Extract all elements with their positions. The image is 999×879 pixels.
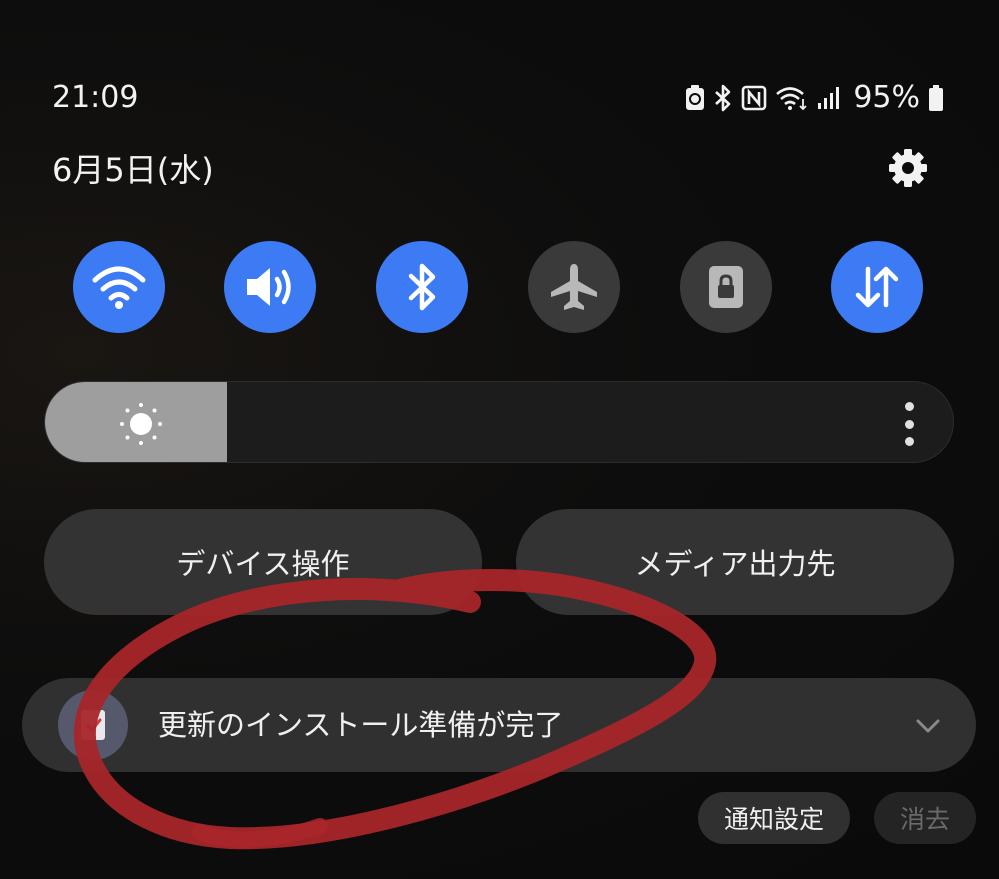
notification-title: 更新のインストール準備が完了 bbox=[158, 708, 564, 742]
more-options-button[interactable] bbox=[899, 402, 919, 446]
notification-card[interactable]: 更新のインストール準備が完了 bbox=[22, 678, 976, 772]
status-bar: 21:09 95% bbox=[52, 78, 944, 118]
wifi-tile[interactable] bbox=[73, 241, 165, 333]
signal-icon bbox=[817, 78, 841, 118]
rotation-lock-tile[interactable] bbox=[680, 241, 772, 333]
airplane-icon bbox=[551, 264, 597, 310]
wifi-icon bbox=[92, 266, 146, 309]
bluetooth-icon bbox=[713, 78, 733, 118]
lock-icon bbox=[709, 266, 743, 308]
date-label: 6月5日(水) bbox=[52, 151, 214, 189]
battery-percent: 95% bbox=[853, 80, 920, 115]
more-dot bbox=[904, 437, 914, 446]
clear-button[interactable]: 消去 bbox=[874, 792, 976, 844]
update-icon bbox=[81, 710, 105, 740]
gear-icon bbox=[889, 149, 927, 187]
speaker-icon bbox=[247, 268, 291, 306]
notification-settings-button[interactable]: 通知設定 bbox=[698, 792, 850, 844]
nfc-icon bbox=[741, 78, 767, 118]
sound-tile[interactable] bbox=[224, 241, 316, 333]
chevron-down-icon[interactable] bbox=[912, 710, 944, 742]
bluetooth-tile[interactable] bbox=[376, 241, 468, 333]
wifi-data-icon bbox=[775, 78, 809, 118]
device-control-button[interactable]: デバイス操作 bbox=[44, 509, 482, 615]
settings-button[interactable] bbox=[886, 146, 930, 190]
mobile-data-tile[interactable] bbox=[831, 241, 923, 333]
quick-panel: 21:09 95% 6月5日(水) デバイス操作 メディア出力先 更新のインスト… bbox=[0, 0, 999, 879]
battery-icon bbox=[928, 78, 944, 118]
sun-icon bbox=[120, 403, 162, 445]
status-icons: 95% bbox=[685, 78, 944, 118]
clock: 21:09 bbox=[52, 80, 139, 115]
media-output-button[interactable]: メディア出力先 bbox=[516, 509, 954, 615]
more-dot bbox=[904, 419, 914, 429]
bluetooth-icon bbox=[408, 263, 436, 311]
data-arrows-icon bbox=[855, 266, 899, 308]
more-dot bbox=[904, 402, 914, 411]
airplane-tile[interactable] bbox=[528, 241, 620, 333]
brightness-slider[interactable] bbox=[44, 381, 954, 463]
notification-app-icon bbox=[58, 690, 128, 760]
battery-saver-icon bbox=[685, 78, 705, 118]
